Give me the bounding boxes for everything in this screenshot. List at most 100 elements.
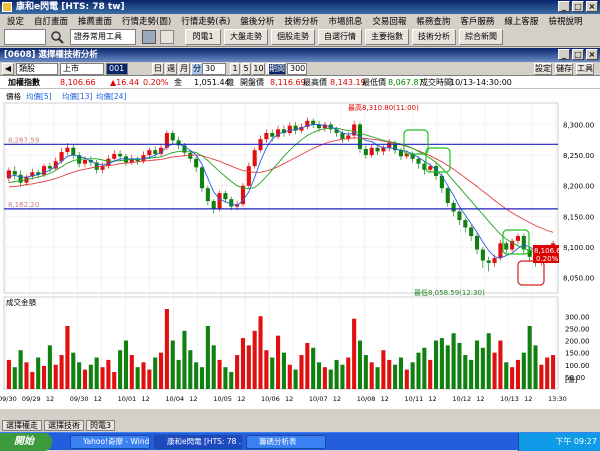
menu-market-news[interactable]: 市場訊息 [325, 15, 365, 27]
candle-body [428, 166, 433, 170]
candle-body [363, 148, 368, 156]
minutes-select[interactable]: 30 [202, 63, 226, 75]
candle-body [498, 243, 503, 259]
taskbar-chip-table[interactable]: 籌碼分析表 [246, 435, 326, 449]
menu-custom-screen[interactable]: 自訂畫面 [31, 15, 71, 27]
taskbar-app[interactable]: 康和e閃電 [HTS: 78 ... [154, 435, 242, 449]
price-tick-label: 8,250.00 [563, 152, 594, 160]
period-week[interactable]: 週 [165, 63, 177, 75]
candle-body [515, 236, 521, 241]
chart-canvas[interactable]: 價格 均價[5] 均價[13] 均價[24] 成交金額 [億] 8,300.00… [0, 89, 600, 409]
candle-body [469, 227, 474, 236]
start-button[interactable]: 開始 [0, 433, 52, 451]
time-value: 10/13-14:30:00 [450, 78, 512, 87]
menu-account-query[interactable]: 帳務查詢 [413, 15, 453, 27]
volume-bar [59, 355, 64, 389]
volume-bar [492, 352, 497, 389]
menu-customer-service[interactable]: 客戶服務 [457, 15, 497, 27]
volume-bar [334, 359, 339, 389]
volume-bar [88, 364, 93, 389]
volume-bar [293, 369, 298, 389]
tab-flash3[interactable]: 閃電3 [86, 420, 116, 431]
settings-icon[interactable] [160, 30, 174, 44]
toolbar-button-flash1[interactable]: 閃電1 [185, 29, 221, 45]
menu-online-support[interactable]: 線上客服 [501, 15, 541, 27]
child-minimize-button[interactable]: _ [558, 49, 570, 60]
volume-bar [188, 350, 193, 389]
period-month[interactable]: 月 [178, 63, 190, 75]
code-select[interactable]: 001 [106, 63, 128, 75]
candle-body [41, 166, 47, 175]
technical-chart[interactable]: 價格 均價[5] 均價[13] 均價[24] 成交金額 [億] 8,300.00… [0, 89, 600, 409]
tab-option-technical[interactable]: 選擇技術 [44, 420, 84, 431]
volume-bar [147, 369, 152, 389]
candle-body [223, 193, 228, 200]
candle-body [480, 249, 485, 261]
maximize-button[interactable]: □ [572, 1, 584, 12]
candle-body [381, 147, 386, 152]
time-tick-label: 12 [189, 395, 197, 403]
open-value: 8,116.69 [270, 78, 306, 87]
time-tick-label: 09/30 [0, 395, 17, 403]
menu-quotes-table[interactable]: 行情走勢(表) [178, 15, 233, 27]
back-arrow-icon[interactable]: ◀ [2, 63, 14, 75]
volume-bar [287, 364, 292, 389]
menu-help[interactable]: 檢視說明 [545, 15, 585, 27]
volume-bar [463, 355, 468, 389]
menu-quotes-chart[interactable]: 行情走勢(圖) [119, 15, 174, 27]
volume-title: 成交金額 [6, 297, 36, 307]
time-tick-label: 09/30 [70, 395, 89, 403]
volume-bar [71, 352, 76, 389]
candle-body [147, 150, 152, 156]
tool-set-select[interactable]: 證券常用工具 [70, 29, 136, 45]
time-tick-label: 10/04 [165, 395, 184, 403]
range-1[interactable]: 1 [230, 63, 240, 75]
taskbar-yahoo[interactable]: Yahoo!奇摩 - Windo... [70, 435, 150, 449]
zoom-value[interactable]: 300 [287, 63, 307, 75]
candle-body [170, 133, 175, 141]
category-select[interactable]: 類股 [16, 63, 58, 75]
toolbar-button-major-indices[interactable]: 主要指數 [365, 29, 409, 45]
toolbar-button-news[interactable]: 綜合新聞 [459, 29, 503, 45]
toolbar-button-watchlist[interactable]: 自選行情 [318, 29, 362, 45]
volume-bar [328, 369, 333, 389]
range-10[interactable]: 10 [252, 63, 265, 75]
period-day[interactable]: 日 [152, 63, 164, 75]
minimize-button[interactable]: _ [558, 1, 570, 12]
menu-bar: 設定 自訂畫面 推薦畫面 行情走勢(圖) 行情走勢(表) 盤後分析 技術分析 市… [0, 14, 600, 27]
price-badge-value: 8,106.66 [534, 247, 566, 255]
menu-settings[interactable]: 設定 [4, 15, 27, 27]
toolbar-button-technical[interactable]: 技術分析 [412, 29, 456, 45]
menu-trade-report[interactable]: 交易回報 [369, 15, 409, 27]
close-button[interactable]: × [586, 1, 598, 12]
market-select[interactable]: 上市 [60, 63, 104, 75]
menu-after-hours[interactable]: 盤後分析 [237, 15, 277, 27]
save-button[interactable]: 儲存 [555, 63, 573, 75]
tab-option-quotes[interactable]: 選擇權走 [2, 420, 42, 431]
candle-body [199, 167, 205, 189]
volume-bar [24, 362, 29, 389]
settings-button[interactable]: 設定 [534, 63, 552, 75]
range-5[interactable]: 5 [241, 63, 251, 75]
tools-button[interactable]: 工具 [576, 63, 594, 75]
symbol-input[interactable] [4, 29, 46, 45]
price-tick-label: 8,300.00 [563, 121, 594, 129]
child-close-button[interactable]: × [586, 49, 598, 60]
menu-recommended-screen[interactable]: 推薦畫面 [75, 15, 115, 27]
volume-bar [428, 359, 433, 389]
child-maximize-button[interactable]: □ [572, 49, 584, 60]
candle-body [398, 150, 403, 157]
candle-body [82, 160, 88, 164]
menu-technical-analysis[interactable]: 技術分析 [281, 15, 321, 27]
candle-body [492, 258, 497, 263]
search-icon[interactable] [50, 30, 64, 44]
volume-bar [12, 367, 17, 389]
volume-bar [159, 352, 164, 389]
toolbar-button-index-trend[interactable]: 大盤走勢 [224, 29, 268, 45]
toolbar-button-stock-trend[interactable]: 個股走勢 [271, 29, 315, 45]
app-icon [2, 2, 12, 12]
volume-bar [510, 367, 515, 389]
tool-icon[interactable] [142, 30, 156, 44]
volume-bar [422, 347, 427, 389]
volume-bar [375, 367, 380, 389]
